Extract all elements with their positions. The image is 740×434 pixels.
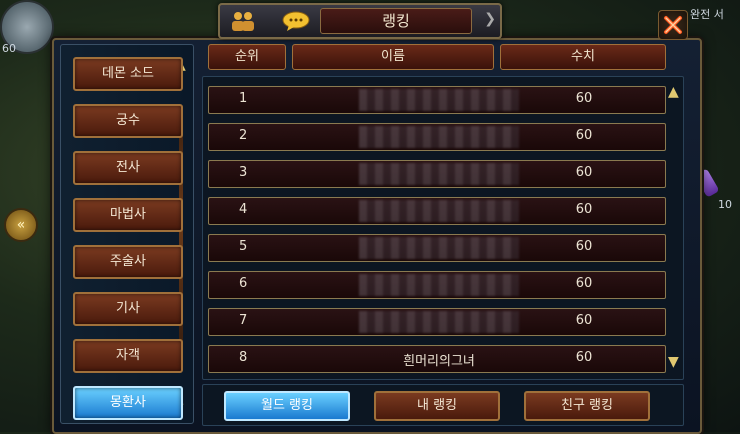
hidden-name-mosaic [359, 89, 519, 111]
title-bar: 랭킹 ❯ [218, 3, 502, 39]
row-rank: 7 [239, 313, 248, 328]
hidden-name-mosaic [359, 126, 519, 148]
row-value: 60 [575, 91, 593, 106]
class-list-panel: ▲ ▼ 데몬 소드 궁수 전사 마법사 주술사 기사 자객 몽환사 [60, 44, 194, 424]
row-rank: 4 [239, 202, 248, 217]
row-value: 60 [575, 313, 593, 328]
row-rank: 6 [239, 276, 248, 291]
close-button[interactable] [658, 10, 688, 40]
row-value: 60 [575, 350, 593, 365]
table-row[interactable]: 7 60 [208, 308, 666, 336]
table-scrollbar[interactable]: ▲ ▼ [668, 84, 680, 374]
row-value: 60 [575, 276, 593, 291]
row-rank: 8 [239, 350, 248, 365]
class-mage[interactable]: 마법사 [73, 198, 183, 232]
row-value: 60 [575, 202, 593, 217]
table-row[interactable]: 2 60 [208, 123, 666, 151]
tab-friend-ranking[interactable]: 친구 랭킹 [524, 391, 650, 421]
row-rank: 5 [239, 239, 248, 254]
friends-icon [232, 12, 254, 31]
close-icon [664, 16, 682, 34]
table-row[interactable]: 4 60 [208, 197, 666, 225]
row-value: 60 [575, 165, 593, 180]
row-value: 60 [575, 239, 593, 254]
row-rank: 3 [239, 165, 248, 180]
table-row[interactable]: 8 흰머리의그녀 60 [208, 345, 666, 373]
class-knight[interactable]: 기사 [73, 292, 183, 326]
class-illusionist[interactable]: 몽환사 [73, 386, 183, 420]
tab-my-ranking[interactable]: 내 랭킹 [374, 391, 500, 421]
header-rank: 순위 [208, 44, 286, 70]
header-name: 이름 [292, 44, 494, 70]
row-name: 흰머리의그녀 [403, 354, 475, 369]
class-warrior[interactable]: 전사 [73, 151, 183, 185]
row-value: 60 [575, 128, 593, 143]
table-row[interactable]: 3 60 [208, 160, 666, 188]
chat-icon [282, 11, 310, 31]
hud-collapse-arrow-icon[interactable]: « [4, 208, 38, 242]
table-scroll-up-icon[interactable]: ▲ [668, 84, 679, 100]
table-row[interactable]: 5 60 [208, 234, 666, 262]
potion-count: 10 [718, 198, 732, 211]
tab-world-ranking[interactable]: 월드 랭킹 [224, 391, 350, 421]
row-rank: 1 [239, 91, 248, 106]
chat-button[interactable] [280, 9, 312, 33]
hud-level-text: 60 [2, 42, 16, 55]
hud-top-right-text: 완전 서 [690, 8, 724, 21]
hidden-name-mosaic [359, 274, 519, 296]
row-rank: 2 [239, 128, 248, 143]
dialog-title: 랭킹 [320, 8, 472, 34]
hidden-name-mosaic [359, 237, 519, 259]
table-row[interactable]: 6 60 [208, 271, 666, 299]
table-row[interactable]: 1 60 [208, 86, 666, 114]
class-shaman[interactable]: 주술사 [73, 245, 183, 279]
class-archer[interactable]: 궁수 [73, 104, 183, 138]
class-demon-sword[interactable]: 데몬 소드 [73, 57, 183, 91]
header-value: 수치 [500, 44, 666, 70]
class-assassin[interactable]: 자객 [73, 339, 183, 373]
hidden-name-mosaic [359, 200, 519, 222]
table-scroll-down-icon[interactable]: ▼ [668, 354, 679, 370]
friends-button[interactable] [226, 7, 260, 35]
title-chevron-right-icon: ❯ [484, 11, 496, 27]
hidden-name-mosaic [359, 311, 519, 333]
hidden-name-mosaic [359, 163, 519, 185]
